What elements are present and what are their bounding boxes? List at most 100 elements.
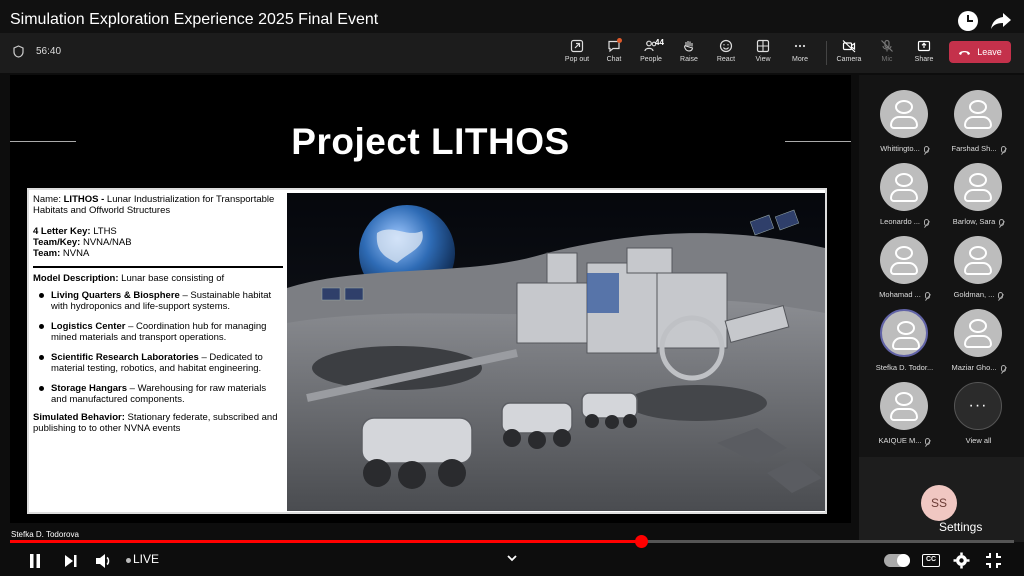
pop-out-icon [570, 39, 584, 53]
participant-tile[interactable]: KAIQUE M... [867, 372, 942, 445]
participant-name: Leonardo ... [879, 217, 921, 226]
chat-label: Chat [606, 56, 622, 63]
mic-label: Mic [881, 56, 893, 63]
captions-icon[interactable]: CC [922, 554, 940, 567]
camera-button[interactable]: Camera [829, 39, 869, 69]
people-count-badge: 44 [655, 38, 664, 47]
person-head-icon [969, 173, 987, 187]
self-avatar: SS [921, 485, 957, 521]
team-label: Team: [33, 248, 63, 259]
participant-name: Barlow, Sara [952, 217, 996, 226]
participant-name: Mohamad ... [879, 290, 921, 299]
shield-icon [13, 45, 24, 58]
participant-tile[interactable]: Mohamad ... [867, 226, 942, 299]
chevron-down-icon[interactable] [506, 553, 518, 563]
video-title[interactable]: Simulation Exploration Experience 2025 F… [10, 11, 378, 29]
people-button[interactable]: 44 People [631, 38, 671, 69]
participant-tile[interactable]: Farshad Sh... [941, 80, 1016, 153]
key-label: 4 Letter Key: [33, 226, 94, 237]
participant-name: Stefka D. Todor... [875, 363, 934, 372]
participant-name-row: KAIQUE M... [867, 436, 942, 445]
raise-label: Raise [680, 56, 698, 63]
person-head-icon [895, 173, 913, 187]
avatar [954, 309, 1002, 357]
participant-tile[interactable]: Barlow, Sara [941, 153, 1016, 226]
mic-muted-icon [1000, 364, 1006, 372]
mic-muted-icon [1000, 145, 1006, 153]
ellipsis-icon: ··· [954, 382, 1002, 430]
person-body-icon [964, 262, 992, 275]
seek-bar[interactable] [10, 535, 1014, 548]
team-key: Team/Key: NVNA/NAB [33, 237, 283, 248]
pause-icon[interactable] [27, 553, 43, 569]
teamkey-value: NVNA/NAB [82, 237, 132, 248]
more-label: More [792, 56, 808, 63]
team: Team: NVNA [33, 248, 283, 259]
person-body-icon [890, 408, 918, 421]
seek-bar-played [10, 540, 641, 543]
next-icon[interactable] [64, 554, 78, 568]
mic-muted-icon [924, 291, 930, 299]
chat-button[interactable]: Chat [594, 38, 634, 69]
share-button[interactable]: Share [904, 39, 944, 69]
participant-tile[interactable]: Maziar Gho... [941, 299, 1016, 372]
more-button[interactable]: More [780, 39, 820, 69]
person-body-icon [890, 116, 918, 129]
leave-button[interactable]: Leave [949, 41, 1011, 63]
view-label: View [755, 56, 771, 63]
participant-name-row: Leonardo ... [867, 217, 942, 226]
autoplay-toggle[interactable] [884, 554, 910, 567]
live-indicator-dot [126, 558, 131, 563]
gear-icon[interactable] [953, 552, 970, 569]
participant-tile-speaking[interactable]: Stefka D. Todor... [867, 299, 942, 372]
project-name: Name: LITHOS - Lunar Industrialization f… [33, 194, 283, 216]
fullscreen-exit-icon[interactable] [985, 552, 1002, 569]
mic-muted-icon [998, 291, 1004, 299]
share-arrow-icon[interactable] [990, 12, 1012, 30]
behavior-label: Simulated Behavior: [33, 412, 128, 423]
settings-tooltip: Settings [939, 520, 983, 534]
participant-name-row: Goldman, ... [941, 290, 1016, 299]
list-item: Living Quarters & Biosphere – Sustainabl… [33, 290, 283, 312]
team-value: NVNA [62, 248, 90, 259]
react-button[interactable]: React [706, 39, 746, 69]
avatar [880, 309, 928, 357]
mic-muted-icon [924, 218, 930, 226]
person-body-icon [890, 189, 918, 202]
name-label: Name: [33, 194, 64, 205]
participant-name: Goldman, ... [953, 290, 995, 299]
toolbar-divider [826, 41, 827, 65]
people-label: People [640, 56, 662, 63]
participant-name-row: Whittingto... [867, 144, 942, 153]
mic-muted-icon [923, 145, 929, 153]
live-label[interactable]: LIVE [133, 552, 159, 566]
view-button[interactable]: View [743, 39, 783, 69]
hang-up-icon [959, 50, 971, 55]
feature-title: Logistics Center [51, 321, 126, 332]
letter-key: 4 Letter Key: LTHS [33, 226, 283, 237]
avatar [880, 236, 928, 284]
view-all-button[interactable]: ··· View all [941, 372, 1016, 445]
person-head-icon [895, 246, 913, 260]
view-all-label: View all [965, 436, 992, 445]
person-head-icon [897, 321, 915, 335]
view-icon [756, 39, 770, 53]
react-label: React [716, 56, 736, 63]
avatar [880, 163, 928, 211]
project-description: Name: LITHOS - Lunar Industrialization f… [33, 194, 283, 510]
participant-tile[interactable]: Leonardo ... [867, 153, 942, 226]
person-head-icon [895, 100, 913, 114]
watch-later-icon[interactable] [958, 11, 978, 31]
raise-hand-button[interactable]: Raise [669, 39, 709, 69]
volume-icon[interactable] [95, 553, 113, 569]
avatar [880, 90, 928, 138]
pop-out-label: Pop out [564, 56, 590, 63]
participant-tile[interactable]: Whittingto... [867, 80, 942, 153]
mic-button[interactable]: Mic [867, 39, 907, 69]
person-head-icon [969, 319, 987, 333]
participant-tile[interactable]: Goldman, ... [941, 226, 1016, 299]
model-label: Model Description: [33, 273, 122, 284]
mic-off-icon [881, 39, 893, 52]
person-body-icon [892, 337, 920, 350]
pop-out-button[interactable]: Pop out [557, 39, 597, 69]
